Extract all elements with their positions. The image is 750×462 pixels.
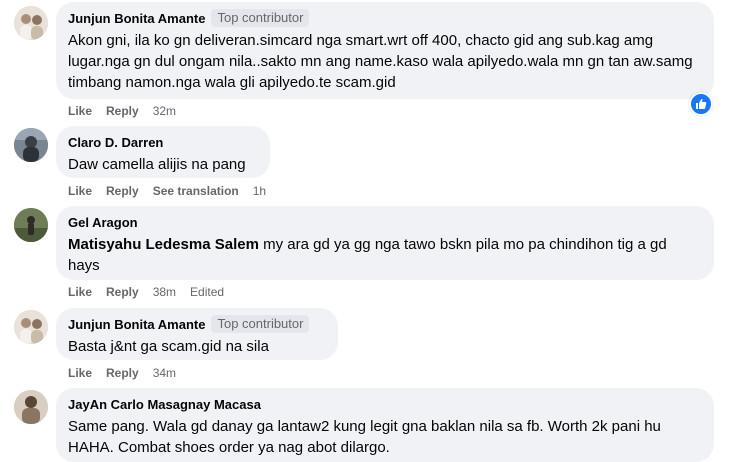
comment-actions: Like Reply 34m (68, 366, 190, 380)
comment-text: Same pang. Wala gd danay ga lantaw2 kung… (68, 418, 661, 456)
top-contributor-badge: Top contributor (211, 9, 310, 27)
comment-bubble: Junjun Bonita Amante Top contributor Ako… (56, 2, 714, 99)
top-contributor-badge: Top contributor (211, 315, 310, 333)
comment-actions: Like Reply 32m (68, 104, 190, 118)
avatar[interactable] (14, 208, 48, 242)
comment-text: Daw camella alijis na pang (68, 156, 246, 173)
reply-button[interactable]: Reply (106, 184, 139, 198)
author-name[interactable]: Claro D. Darren (68, 135, 163, 150)
like-button[interactable]: Like (68, 285, 92, 299)
author-name[interactable]: Junjun Bonita Amante (68, 317, 205, 332)
comment-actions: Like Reply See translation 1h (68, 184, 280, 198)
reply-button[interactable]: Reply (106, 366, 139, 380)
avatar[interactable] (14, 310, 48, 344)
reply-button[interactable]: Reply (106, 104, 139, 118)
comment-bubble: JayAn Carlo Masagnay Macasa Same pang. W… (56, 388, 714, 462)
see-translation-button[interactable]: See translation (153, 184, 239, 198)
comment-text: Akon gni, ila ko gn deliveran.simcard ng… (68, 32, 693, 91)
timestamp[interactable]: 34m (153, 366, 176, 380)
edited-label: Edited (190, 285, 225, 299)
comment-actions: Like Reply 38m Edited (68, 285, 238, 299)
avatar[interactable] (14, 390, 48, 424)
comment-bubble: Junjun Bonita Amante Top contributor Bas… (56, 308, 338, 360)
author-name[interactable]: Junjun Bonita Amante (68, 11, 205, 26)
avatar[interactable] (14, 6, 48, 40)
comment-bubble: Gel Aragon Matisyahu Ledesma Salem my ar… (56, 206, 714, 280)
like-button[interactable]: Like (68, 184, 92, 198)
like-button[interactable]: Like (68, 366, 92, 380)
comment-text: Matisyahu Ledesma Salem my ara gd ya gg … (68, 234, 702, 276)
timestamp[interactable]: 38m (153, 285, 176, 299)
comment-bubble: Claro D. Darren Daw camella alijis na pa… (56, 126, 270, 178)
avatar[interactable] (14, 128, 48, 162)
author-name[interactable]: Gel Aragon (68, 215, 138, 230)
mention-link[interactable]: Matisyahu Ledesma Salem (68, 236, 259, 253)
reply-button[interactable]: Reply (106, 285, 139, 299)
like-button[interactable]: Like (68, 104, 92, 118)
like-icon[interactable] (689, 92, 713, 116)
timestamp[interactable]: 1h (253, 184, 266, 198)
author-name[interactable]: JayAn Carlo Masagnay Macasa (68, 397, 261, 412)
comment-text: Basta j&nt ga scam.gid na sila (68, 338, 269, 355)
timestamp[interactable]: 32m (153, 104, 176, 118)
